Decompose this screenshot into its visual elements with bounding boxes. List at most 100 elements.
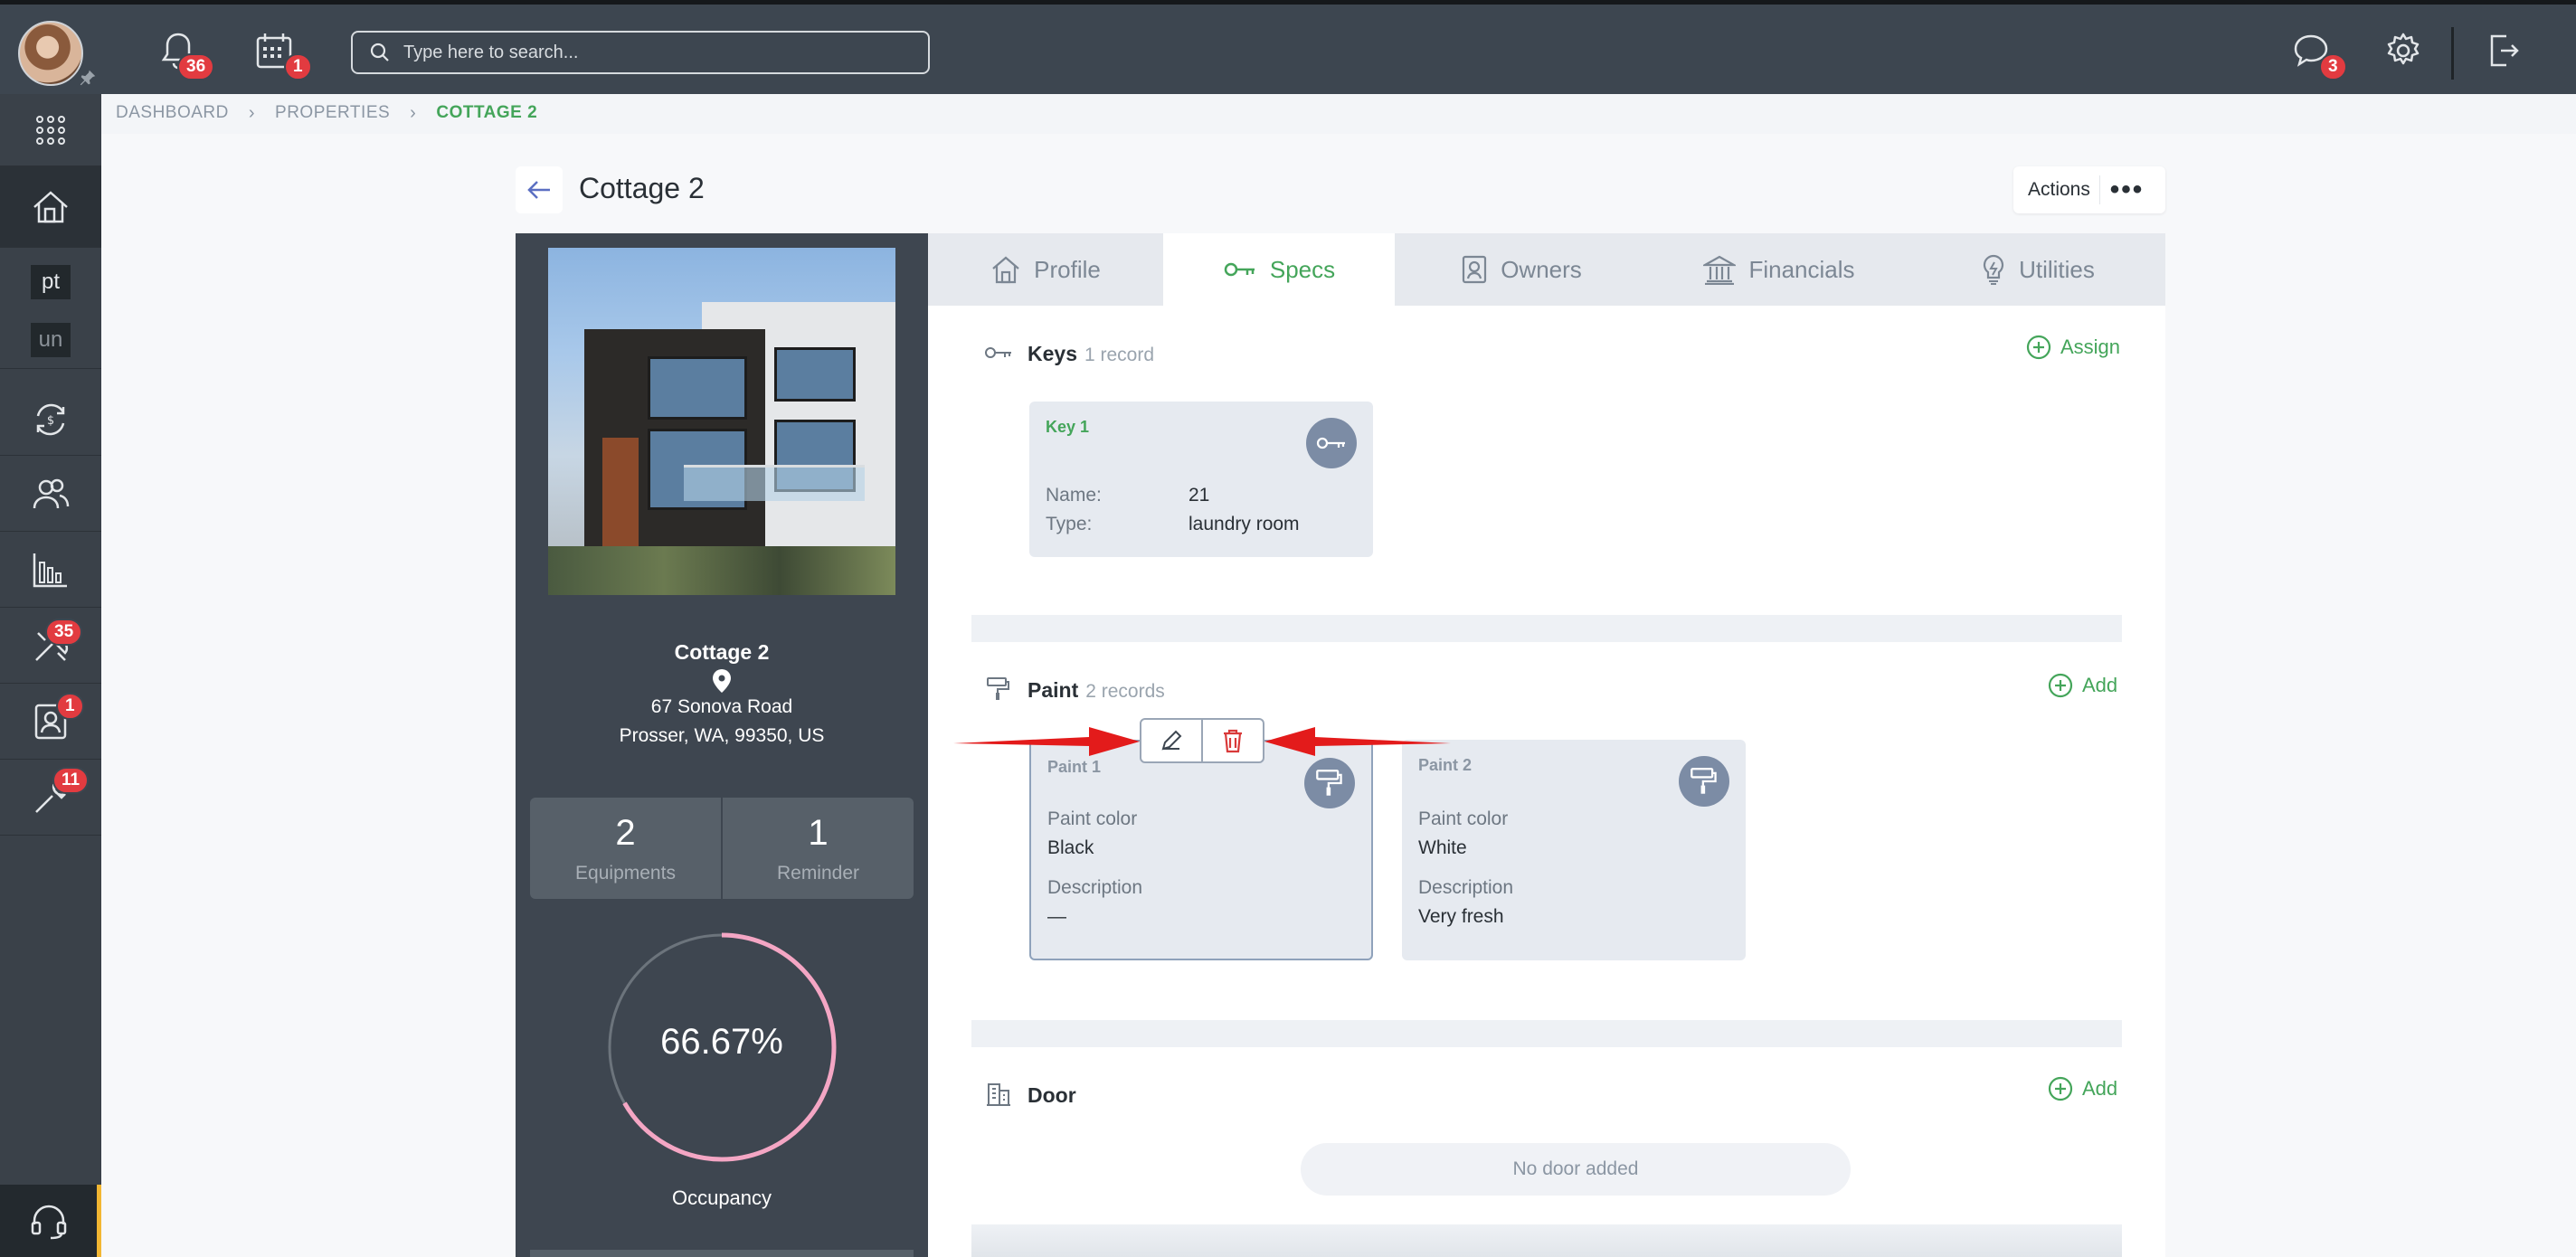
sidebar-item-maintenance[interactable] <box>0 608 101 684</box>
paint-title: Paint <box>1028 678 1079 702</box>
contacts-badge: 1 <box>56 693 84 720</box>
key-type-label: Type: <box>1046 514 1093 534</box>
key-card[interactable]: Key 1 Name: 21 Type: laundry room <box>1029 402 1373 557</box>
paint-count: 2 records <box>1085 681 1165 702</box>
paint-card-2[interactable]: Paint 2 Paint color White Description Ve… <box>1402 740 1746 960</box>
reminder-count: 1 <box>808 812 829 853</box>
plus-circle-icon <box>2048 673 2073 698</box>
pt-label: pt <box>31 265 71 299</box>
calendar-badge: 1 <box>284 53 312 80</box>
paint-card-1-title: Paint 1 <box>1047 758 1102 776</box>
actions-button[interactable]: Actions <box>2013 179 2099 201</box>
chevron-right-icon: › <box>410 102 417 123</box>
paint-2-color-label: Paint color <box>1418 808 1509 829</box>
actions-menu[interactable]: Actions ••• <box>2013 166 2165 213</box>
owner-card-icon <box>1463 255 1487 284</box>
logout-button[interactable] <box>2480 28 2525 73</box>
logout-icon <box>2490 34 2519 67</box>
more-options-icon[interactable]: ••• <box>2099 175 2154 204</box>
breadcrumb-dashboard[interactable]: DASHBOARD <box>116 103 229 123</box>
paint-2-desc-label: Description <box>1418 877 1514 898</box>
section-divider <box>971 1020 2122 1047</box>
paint-card-1[interactable]: Paint 1 Paint color Black Description — <box>1029 740 1373 960</box>
equipments-stat[interactable]: 2 Equipments <box>530 798 721 899</box>
support-button[interactable] <box>0 1185 101 1257</box>
property-tabs: Profile Specs Owners Financials Utilitie… <box>928 233 2165 306</box>
reminder-label: Reminder <box>776 862 860 884</box>
building-icon <box>987 1083 1010 1106</box>
sidebar-item-contacts[interactable] <box>0 684 101 760</box>
lightbulb-icon <box>1984 254 2004 285</box>
key-icon <box>1224 262 1255 277</box>
door-section-title: Door <box>1028 1083 1076 1108</box>
pencil-icon <box>1161 730 1182 751</box>
section-divider <box>971 615 2122 642</box>
tab-utilities[interactable]: Utilities <box>1910 233 2165 306</box>
paint-2-color-value: White <box>1418 837 1467 858</box>
sidebar-item-un[interactable]: un <box>0 311 101 369</box>
paint-roller-icon <box>1316 770 1342 796</box>
paint-1-desc-label: Description <box>1047 877 1143 898</box>
user-avatar[interactable] <box>18 21 83 86</box>
add-paint-button[interactable]: Add <box>2048 673 2117 698</box>
svg-text:$: $ <box>47 414 54 428</box>
search-input[interactable] <box>403 42 910 63</box>
equipments-count: 2 <box>615 812 636 853</box>
add-paint-label: Add <box>2082 674 2118 696</box>
key-card-icon <box>1306 418 1357 468</box>
edit-button[interactable] <box>1141 720 1201 761</box>
tools-badge: 11 <box>52 767 90 794</box>
add-door-button[interactable]: Add <box>2048 1076 2117 1101</box>
key-type-value: laundry room <box>1189 514 1300 534</box>
breadcrumb-current: COTTAGE 2 <box>436 103 538 122</box>
messages-badge: 3 <box>2319 53 2347 80</box>
sidebar-item-apps[interactable] <box>0 94 101 166</box>
tab-owners[interactable]: Owners <box>1395 233 1648 306</box>
back-button[interactable] <box>516 166 563 213</box>
sidebar: pt un $ 35 1 11 <box>0 94 101 1257</box>
assign-key-button[interactable]: Assign <box>2026 335 2120 360</box>
trash-icon <box>1224 729 1242 753</box>
exchange-icon: $ <box>36 403 65 435</box>
sidebar-item-tools[interactable] <box>0 760 101 836</box>
notifications-badge: 36 <box>177 53 215 80</box>
sidebar-item-reports[interactable] <box>0 532 101 608</box>
search-box[interactable] <box>351 31 930 74</box>
location-pin-icon <box>713 669 731 693</box>
gear-icon <box>2387 33 2420 65</box>
un-label: un <box>31 322 71 357</box>
add-door-label: Add <box>2082 1077 2118 1100</box>
tab-specs[interactable]: Specs <box>1163 233 1395 306</box>
keys-title: Keys <box>1028 342 1077 365</box>
key-name-value: 21 <box>1189 485 1210 506</box>
occupancy-value: 66.67% <box>660 1022 783 1062</box>
tab-financials-label: Financials <box>1748 255 1855 283</box>
key-icon <box>985 347 1011 358</box>
pin-icon[interactable] <box>78 68 98 88</box>
annotation-arrow-right <box>953 727 1140 756</box>
paint-1-color-value: Black <box>1047 837 1094 858</box>
bank-icon <box>1703 255 1737 285</box>
panel-bottom-strip <box>530 1250 914 1257</box>
sidebar-item-properties[interactable] <box>0 166 101 248</box>
plus-circle-icon <box>2026 335 2051 360</box>
paint-card-toolbar <box>1140 718 1264 763</box>
occupancy-label: Occupancy <box>671 1186 772 1209</box>
delete-button[interactable] <box>1201 720 1263 761</box>
key-icon <box>1316 437 1345 449</box>
tab-financials[interactable]: Financials <box>1648 233 1910 306</box>
sidebar-item-transactions[interactable]: $ <box>0 383 101 456</box>
reminder-stat[interactable]: 1 Reminder <box>721 798 914 899</box>
breadcrumb: DASHBOARD › PROPERTIES › COTTAGE 2 <box>116 101 537 125</box>
breadcrumb-properties[interactable]: PROPERTIES <box>275 103 390 123</box>
house-icon <box>33 190 68 222</box>
equipments-label: Equipments <box>575 862 676 884</box>
tab-profile-label: Profile <box>1034 255 1101 283</box>
paint-roller-icon <box>987 677 1009 700</box>
sidebar-item-people[interactable] <box>0 456 101 532</box>
key-name-label: Name: <box>1046 485 1102 506</box>
settings-button[interactable] <box>2381 28 2426 73</box>
tab-specs-label: Specs <box>1269 255 1336 283</box>
tab-profile[interactable]: Profile <box>928 233 1163 306</box>
sidebar-item-pt[interactable]: pt <box>0 253 101 311</box>
